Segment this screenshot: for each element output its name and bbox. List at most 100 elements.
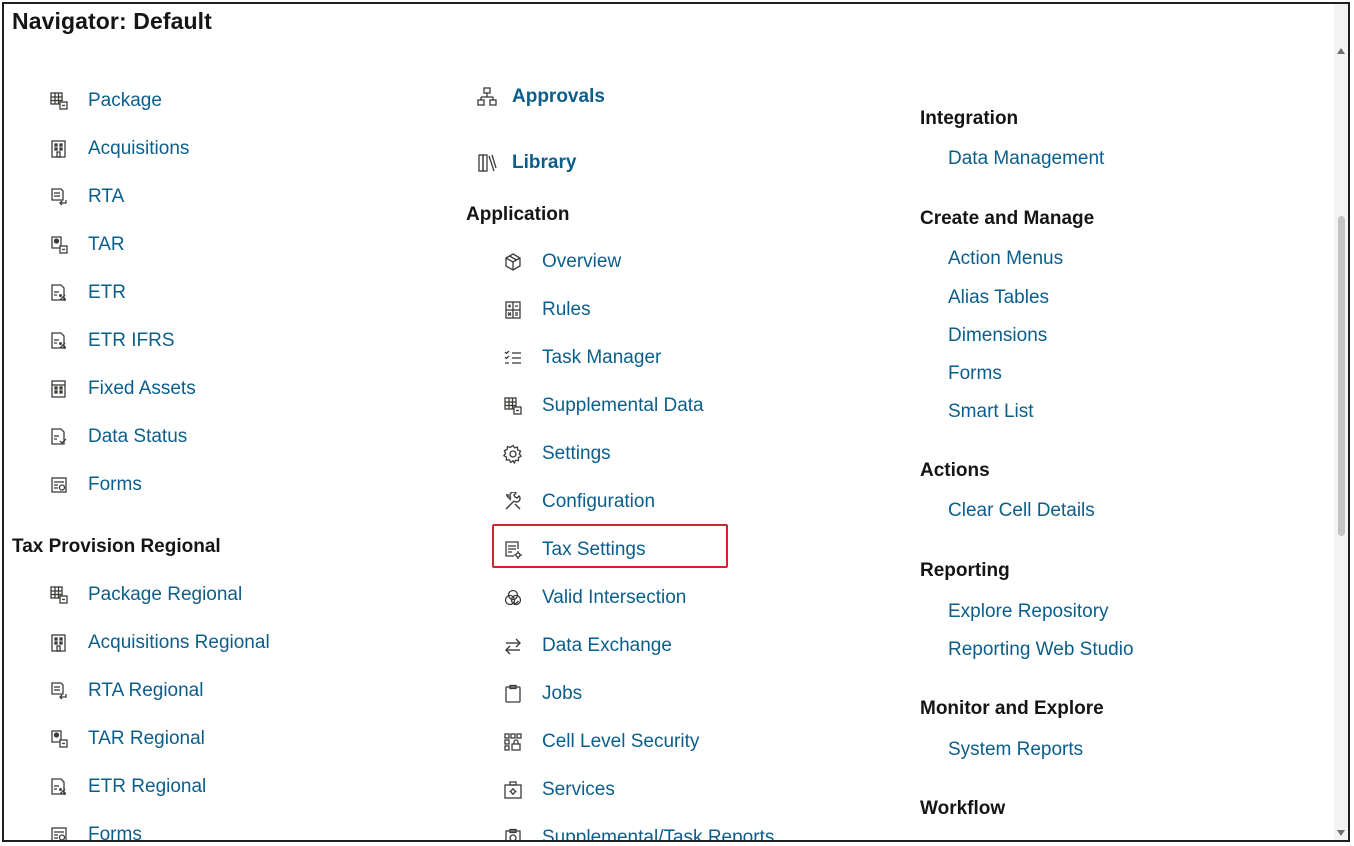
nav-item-label: ETR Regional [88,776,207,797]
form-icon [48,824,70,840]
nav-item-settings[interactable]: Settings [502,439,611,469]
nav-item-label: Acquisitions [88,138,190,159]
nav-item-label: Supplemental/Task Reports [542,827,775,842]
nav-item-overview[interactable]: Overview [502,247,621,277]
building-icon [48,632,70,654]
document-percent-icon [48,282,70,304]
nav-item-label: Library [512,152,577,173]
document-return-icon [48,186,70,208]
scroll-up-arrow-icon[interactable] [1337,48,1345,54]
nav-item-label: Task Manager [542,347,662,368]
document-calc-icon [48,234,70,256]
nav-item-label: Valid Intersection [542,587,687,608]
nav-item-supplemental-task-reports[interactable]: Supplemental/Task Reports [502,823,775,842]
link-action-menus[interactable]: Action Menus [948,248,1063,270]
nav-item-etr-regional[interactable]: ETR Regional [48,772,206,802]
nav-item-forms[interactable]: Forms [48,470,142,500]
nav-item-rta[interactable]: RTA [48,182,124,212]
vertical-scrollbar[interactable] [1334,4,1348,840]
document-percent-icon [48,776,70,798]
exchange-icon [502,635,524,657]
link-clear-cell-details[interactable]: Clear Cell Details [948,500,1095,522]
nav-item-data-exchange[interactable]: Data Exchange [502,631,672,661]
nav-item-etr-ifrs[interactable]: ETR IFRS [48,326,175,356]
nav-item-rta-regional[interactable]: RTA Regional [48,676,203,706]
grid-table-icon [48,584,70,606]
nav-item-label: Data Status [88,426,188,447]
nav-item-valid-intersection[interactable]: Valid Intersection [502,583,686,613]
calculator-icon [502,299,524,321]
nav-item-jobs[interactable]: Jobs [502,679,582,709]
page-title: Navigator: Default [12,8,212,34]
report-icon [502,827,524,840]
nav-item-label: Package [88,90,162,111]
building-icon [48,138,70,160]
link-alias-tables[interactable]: Alias Tables [948,287,1049,309]
nav-item-etr[interactable]: ETR [48,278,126,308]
section-heading-create-and-manage: Create and Manage [920,208,1095,229]
nav-item-tar[interactable]: TAR [48,230,125,260]
nav-item-label: ETR IFRS [88,330,175,351]
link-forms[interactable]: Forms [948,363,1002,385]
document-check-icon [48,426,70,448]
nav-item-fixed-assets[interactable]: Fixed Assets [48,374,196,404]
nav-item-label: RTA [88,186,125,207]
nav-item-acquisitions[interactable]: Acquisitions [48,134,189,164]
scroll-thumb[interactable] [1338,216,1345,536]
building-icon [48,378,70,400]
nav-item-label: Jobs [542,683,583,704]
nav-item-rules[interactable]: Rules [502,295,591,325]
document-calc-icon [48,728,70,750]
nav-item-label: ETR [88,282,126,303]
link-dimensions[interactable]: Dimensions [948,325,1047,347]
nav-item-label: Settings [542,443,611,464]
document-percent-icon [48,330,70,352]
link-reporting-web-studio[interactable]: Reporting Web Studio [948,639,1134,661]
cube-icon [502,251,524,273]
scroll-down-arrow-icon[interactable] [1337,830,1345,836]
nav-item-label: Fixed Assets [88,378,196,399]
nav-item-label: Rules [542,299,591,320]
nav-item-label: TAR Regional [88,728,205,749]
nav-item-data-status[interactable]: Data Status [48,422,187,452]
nav-item-supplemental-data[interactable]: Supplemental Data [502,391,704,421]
section-heading-application: Application [466,204,570,225]
nav-item-cell-level-security[interactable]: Cell Level Security [502,727,699,757]
nav-item-label: Forms [88,474,142,495]
nav-item-label: Configuration [542,491,656,512]
section-heading-monitor-and-explore: Monitor and Explore [920,698,1104,719]
security-grid-icon [502,731,524,753]
nav-item-tar-regional[interactable]: TAR Regional [48,724,205,754]
grid-table-icon [502,395,524,417]
clipboard-icon [502,683,524,705]
nav-item-label: TAR [88,234,125,255]
nav-item-configuration[interactable]: Configuration [502,487,655,517]
nav-item-label: Approvals [512,86,605,107]
nav-item-label: Cell Level Security [542,731,700,752]
toolbox-icon [502,779,524,801]
nav-item-task-manager[interactable]: Task Manager [502,343,661,373]
link-explore-repository[interactable]: Explore Repository [948,601,1109,623]
library-icon [476,152,498,174]
nav-item-approvals[interactable]: Approvals [476,82,605,112]
nav-item-package[interactable]: Package [48,86,162,116]
link-system-reports[interactable]: System Reports [948,739,1083,761]
nav-item-services[interactable]: Services [502,775,615,805]
link-smart-list[interactable]: Smart List [948,401,1034,423]
nav-item-forms-regional[interactable]: Forms [48,820,142,840]
intersection-icon [502,587,524,609]
nav-item-acquisitions-regional[interactable]: Acquisitions Regional [48,628,270,658]
nav-item-package-regional[interactable]: Package Regional [48,580,242,610]
nav-item-label: Services [542,779,615,800]
link-data-management[interactable]: Data Management [948,148,1104,170]
nav-item-label: Supplemental Data [542,395,704,416]
section-heading-workflow: Workflow [920,798,1006,819]
section-heading-actions: Actions [920,460,990,481]
section-heading-tax-provision-regional: Tax Provision Regional [12,536,221,557]
checklist-icon [502,347,524,369]
document-return-icon [48,680,70,702]
nav-item-library[interactable]: Library [476,148,576,178]
nav-item-label: Data Exchange [542,635,672,656]
gear-icon [502,443,524,465]
nav-item-label: Acquisitions Regional [88,632,270,653]
